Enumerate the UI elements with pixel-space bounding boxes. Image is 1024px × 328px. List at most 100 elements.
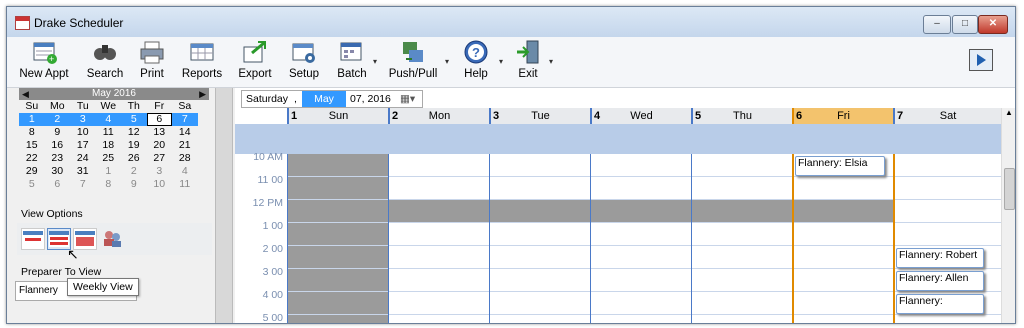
time-slot[interactable] xyxy=(288,269,389,292)
time-slot[interactable] xyxy=(692,200,793,223)
help-dropdown-arrow[interactable]: ▾ xyxy=(499,57,503,66)
exit-button[interactable]: Exit xyxy=(513,39,543,85)
time-slot[interactable] xyxy=(288,292,389,315)
help-button[interactable]: ? Help xyxy=(459,39,493,85)
calendar-day[interactable]: 27 xyxy=(147,152,173,165)
day-header-sat[interactable]: 7 Sat xyxy=(893,108,1001,124)
search-button[interactable]: Search xyxy=(85,39,125,85)
calendar-day[interactable]: 1 xyxy=(96,165,122,178)
calendar-day[interactable]: 10 xyxy=(70,126,96,139)
time-slot[interactable] xyxy=(794,292,895,315)
time-slot[interactable] xyxy=(794,177,895,200)
time-slot[interactable] xyxy=(288,246,389,269)
time-slot[interactable] xyxy=(794,246,895,269)
time-slot[interactable] xyxy=(591,223,692,246)
time-slot[interactable] xyxy=(490,223,591,246)
time-slot[interactable] xyxy=(591,246,692,269)
date-dropdown-icon[interactable]: ▦▾ xyxy=(400,91,415,107)
day-header-fri[interactable]: 6 Fri xyxy=(792,108,893,124)
close-button[interactable]: ✕ xyxy=(978,15,1008,34)
calendar-day[interactable]: 26 xyxy=(121,152,147,165)
calendar-day[interactable]: 3 xyxy=(147,165,173,178)
calendar-day-today[interactable]: 6 xyxy=(146,113,172,126)
time-slot[interactable] xyxy=(895,177,1003,200)
time-slot[interactable] xyxy=(490,200,591,223)
calendar-day[interactable]: 14 xyxy=(172,126,198,139)
time-slot[interactable] xyxy=(288,223,389,246)
calendar-day[interactable]: 30 xyxy=(45,165,71,178)
calendar-day[interactable]: 7 xyxy=(172,113,198,126)
day-header-thu[interactable]: 5 Thu xyxy=(691,108,792,124)
time-slot[interactable] xyxy=(591,292,692,315)
calendar-day[interactable]: 24 xyxy=(70,152,96,165)
time-slot[interactable] xyxy=(895,200,1003,223)
print-button[interactable]: Print xyxy=(135,39,169,85)
time-slot[interactable] xyxy=(288,200,389,223)
minimize-button[interactable]: – xyxy=(923,15,951,34)
next-month-arrow-icon[interactable]: ▶ xyxy=(199,88,206,100)
time-slot[interactable] xyxy=(591,177,692,200)
calendar-day[interactable]: 19 xyxy=(121,139,147,152)
calendar-day[interactable]: 6 xyxy=(45,178,71,191)
calendar-day[interactable]: 31 xyxy=(70,165,96,178)
date-month-selected[interactable]: May xyxy=(302,91,346,107)
calendar-day[interactable]: 8 xyxy=(96,178,122,191)
time-slot[interactable] xyxy=(389,246,490,269)
prev-month-arrow-icon[interactable]: ◀ xyxy=(22,88,29,100)
time-slot[interactable] xyxy=(895,154,1003,177)
day-header-tue[interactable]: 3 Tue xyxy=(489,108,590,124)
time-slot[interactable] xyxy=(490,269,591,292)
calendar-day[interactable]: 5 xyxy=(19,178,45,191)
time-slot[interactable] xyxy=(692,246,793,269)
calendar-day[interactable]: 2 xyxy=(44,113,70,126)
appointment[interactable]: Flannery: xyxy=(896,294,984,314)
calendar-day[interactable]: 12 xyxy=(121,126,147,139)
time-slot[interactable] xyxy=(692,269,793,292)
time-slot[interactable] xyxy=(389,200,490,223)
calendar-day[interactable]: 3 xyxy=(70,113,96,126)
time-slot[interactable] xyxy=(692,315,793,323)
time-slot[interactable] xyxy=(591,154,692,177)
calendar-day[interactable]: 11 xyxy=(96,126,122,139)
scrollbar-thumb[interactable] xyxy=(1004,168,1015,210)
play-icon[interactable] xyxy=(969,49,993,71)
calendar-day[interactable]: 4 xyxy=(172,165,198,178)
maximize-button[interactable]: □ xyxy=(952,15,978,34)
time-slot[interactable] xyxy=(794,200,895,223)
time-slot[interactable] xyxy=(591,315,692,323)
calendar-day[interactable]: 9 xyxy=(45,126,71,139)
time-slot[interactable] xyxy=(490,315,591,323)
time-slot[interactable] xyxy=(895,315,1003,323)
all-day-row[interactable] xyxy=(235,124,1001,154)
time-slot[interactable] xyxy=(288,177,389,200)
push-pull-dropdown-arrow[interactable]: ▾ xyxy=(445,57,449,66)
calendar-day[interactable]: 5 xyxy=(121,113,147,126)
export-button[interactable]: Export xyxy=(235,39,275,85)
time-slot[interactable] xyxy=(389,223,490,246)
calendar-day[interactable]: 4 xyxy=(95,113,121,126)
time-slot[interactable] xyxy=(389,269,490,292)
calendar-day[interactable]: 23 xyxy=(45,152,71,165)
calendar-day[interactable]: 21 xyxy=(172,139,198,152)
time-slot[interactable] xyxy=(794,269,895,292)
day-header-wed[interactable]: 4 Wed xyxy=(590,108,691,124)
time-slot[interactable] xyxy=(692,223,793,246)
time-slot[interactable] xyxy=(692,177,793,200)
calendar-day[interactable]: 20 xyxy=(147,139,173,152)
calendar-day[interactable]: 10 xyxy=(147,178,173,191)
calendar-day[interactable]: 29 xyxy=(19,165,45,178)
time-slot[interactable] xyxy=(692,154,793,177)
time-slot[interactable] xyxy=(490,292,591,315)
time-slot[interactable] xyxy=(490,154,591,177)
push-pull-button[interactable]: Push/Pull xyxy=(387,39,439,85)
batch-dropdown-arrow[interactable]: ▾ xyxy=(373,57,377,66)
time-slot[interactable] xyxy=(794,223,895,246)
daily-view-icon[interactable] xyxy=(21,228,45,250)
appointment[interactable]: Flannery: Elsia xyxy=(795,156,885,176)
time-slot[interactable] xyxy=(288,315,389,323)
reports-button[interactable]: Reports xyxy=(179,39,225,85)
time-slot[interactable] xyxy=(692,292,793,315)
scroll-up-icon[interactable]: ▲ xyxy=(1005,108,1013,117)
calendar-day[interactable]: 18 xyxy=(96,139,122,152)
day-header-sun[interactable]: 1 Sun xyxy=(287,108,388,124)
